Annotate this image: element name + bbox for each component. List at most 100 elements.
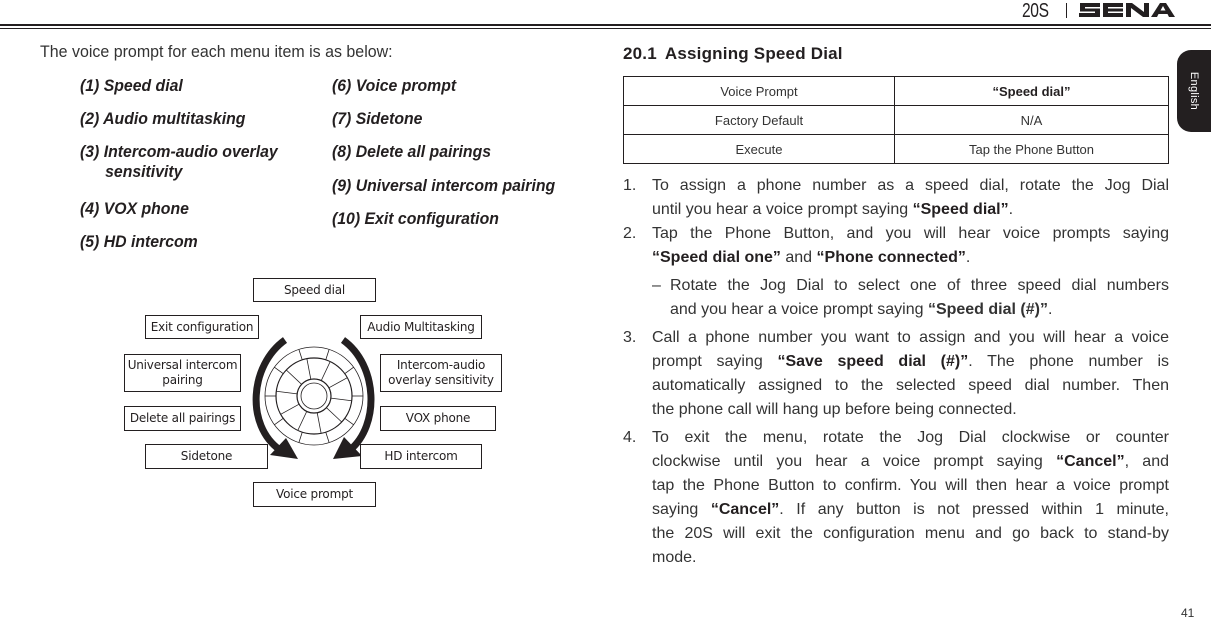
menu-item-label: (3) Intercom-audio overlay <box>80 142 278 161</box>
step-line: prompt saying “Save speed dial (#)”. The… <box>652 350 1169 374</box>
menu-item: (8) Delete all pairings <box>332 142 492 161</box>
diagram-box-line: pairing <box>162 373 203 387</box>
table-value-cell: N/A <box>894 105 1169 135</box>
menu-item: (7) Sidetone <box>332 109 423 128</box>
table-value-cell: Tap the Phone Button <box>894 134 1169 164</box>
voice-prompt-text: “Speed dial (#)” <box>927 301 1048 318</box>
voice-prompt-text: “Speed dial one” <box>652 249 781 266</box>
dial-inner-segment <box>286 369 302 385</box>
counterclockwise-arrow-icon <box>252 337 298 459</box>
text: , and <box>1124 453 1169 470</box>
dash-bullet: – <box>652 277 661 294</box>
text: . If any button is not pressed within 1 … <box>779 501 1169 518</box>
diagram-box-speed-dial: Speed dial <box>253 278 376 302</box>
step-line: Call a phone number you want to assign a… <box>652 329 1169 346</box>
text: until you hear a voice prompt saying <box>652 201 913 218</box>
text: . <box>1047 301 1053 318</box>
intro-text: The voice prompt for each menu item is a… <box>40 42 393 61</box>
header-separator <box>1066 3 1067 18</box>
dial-outer-segment <box>274 366 284 374</box>
step-line: To assign a phone number as a speed dial… <box>652 177 1169 194</box>
text: . The phone number is <box>968 353 1170 370</box>
menu-item: (9) Universal intercom pairing <box>332 176 556 195</box>
model-name: 20S <box>1022 0 1049 22</box>
table-key-cell: Execute <box>623 134 895 164</box>
dial-outer-segment <box>325 432 330 443</box>
dial-middle-ring <box>275 357 353 435</box>
dial-outer-segment <box>344 418 354 426</box>
step-line: the phone call will hang up before being… <box>652 401 1017 418</box>
voice-prompt-text: “Cancel” <box>1056 453 1125 470</box>
dial-outer-segment <box>298 349 303 360</box>
step-number: 4. <box>623 429 637 446</box>
step-line: Rotate the Jog Dial to select one of thr… <box>670 277 1169 294</box>
instruction-steps: 1. To assign a phone number as a speed d… <box>623 174 1169 570</box>
diagram-box-audio-multitasking: Audio Multitasking <box>360 315 482 339</box>
page-number: 41 <box>1181 606 1195 620</box>
dial-inner-segment <box>328 377 348 389</box>
table-value-cell: “Speed dial” <box>894 76 1169 106</box>
table-row: Execute Tap the Phone Button <box>623 134 1169 164</box>
menu-item: (2) Audio multitasking <box>80 109 246 128</box>
diagram-box-universal-intercom-pairing: Universal intercom pairing <box>124 354 241 392</box>
settings-table: Voice Prompt “Speed dial” Factory Default N… <box>623 76 1169 164</box>
step-line: mode. <box>652 549 697 566</box>
section-heading: 20.1 Assigning Speed Dial <box>623 44 843 64</box>
language-tab[interactable]: English <box>1177 50 1211 132</box>
step-number: 3. <box>623 329 637 346</box>
sena-logo-icon <box>1078 0 1176 25</box>
dial-inner-segment <box>297 411 308 431</box>
menu-item: (3) Intercom-audio overlay sensitivity <box>80 142 278 182</box>
step-line: and you hear a voice prompt saying “Spee… <box>670 298 1169 322</box>
step-number: 2. <box>623 225 637 242</box>
dial-outer-segment <box>344 366 354 374</box>
dial-inner-segment <box>316 412 322 434</box>
section-title: Assigning Speed Dial <box>664 44 843 63</box>
step-2: 2. Tap the Phone Button, and you will he… <box>623 222 1169 270</box>
diagram-box-line: Intercom-audio <box>396 358 486 372</box>
menu-item: (10) Exit configuration <box>332 209 499 228</box>
text: . <box>1008 201 1014 218</box>
text: prompt saying <box>652 353 778 370</box>
diagram-box-line: Universal intercom <box>127 358 238 372</box>
header-rule-thin <box>0 28 1211 29</box>
dial-inner-segment <box>320 361 331 381</box>
dial-inner-segment <box>276 390 298 395</box>
diagram-box-line: overlay sensitivity <box>388 373 494 387</box>
jog-dial-menu-diagram: Speed dial Exit configuration Audio Mult… <box>120 270 502 520</box>
dial-outer-ring <box>264 346 364 446</box>
step-line: Tap the Phone Button, and you will hear … <box>652 225 1169 242</box>
dial-outer-segment <box>298 432 303 443</box>
diagram-box-exit-configuration: Exit configuration <box>145 315 259 339</box>
text: . <box>965 249 971 266</box>
dial-hub <box>300 382 328 410</box>
diagram-box-voice-prompt: Voice prompt <box>253 482 376 507</box>
table-row: Factory Default N/A <box>623 105 1169 135</box>
voice-prompt-text: “Speed dial” <box>912 201 1009 218</box>
dial-inner-segment <box>306 358 312 380</box>
table-key-cell: Voice Prompt <box>623 76 895 106</box>
step-3: 3. Call a phone number you want to assig… <box>623 326 1169 422</box>
diagram-box-delete-all-pairings: Delete all pairings <box>124 406 241 431</box>
diagram-box-sidetone: Sidetone <box>145 444 268 469</box>
step-4: 4. To exit the menu, rotate the Jog Dial… <box>623 426 1169 570</box>
dial-inner-segment <box>326 407 342 423</box>
step-line: clockwise until you hear a voice prompt … <box>652 450 1169 474</box>
step-line: tap the Phone Button to confirm. You wil… <box>652 477 1169 494</box>
menu-item: (6) Voice prompt <box>332 76 457 95</box>
dial-inner-segment <box>280 403 300 415</box>
language-tab-label: English <box>1188 71 1200 111</box>
table-row: Voice Prompt “Speed dial” <box>623 76 1169 106</box>
dial-hub-ring <box>296 378 332 414</box>
header-rule-thick <box>0 24 1211 26</box>
diagram-box-intercom-audio-overlay: Intercom-audio overlay sensitivity <box>380 354 502 392</box>
menu-item: (4) VOX phone <box>80 199 189 218</box>
step-2-substep: – Rotate the Jog Dial to select one of t… <box>623 274 1169 322</box>
voice-prompt-text: “Phone connected” <box>816 249 966 266</box>
menu-item: (1) Speed dial <box>80 76 183 95</box>
step-line: the 20S will exit the configuration menu… <box>652 525 1169 542</box>
diagram-box-hd-intercom: HD intercom <box>360 444 482 469</box>
step-line: automatically assigned to the selected s… <box>652 377 1169 394</box>
step-1: 1. To assign a phone number as a speed d… <box>623 174 1169 222</box>
step-line: To exit the menu, rotate the Jog Dial cl… <box>652 429 1169 446</box>
